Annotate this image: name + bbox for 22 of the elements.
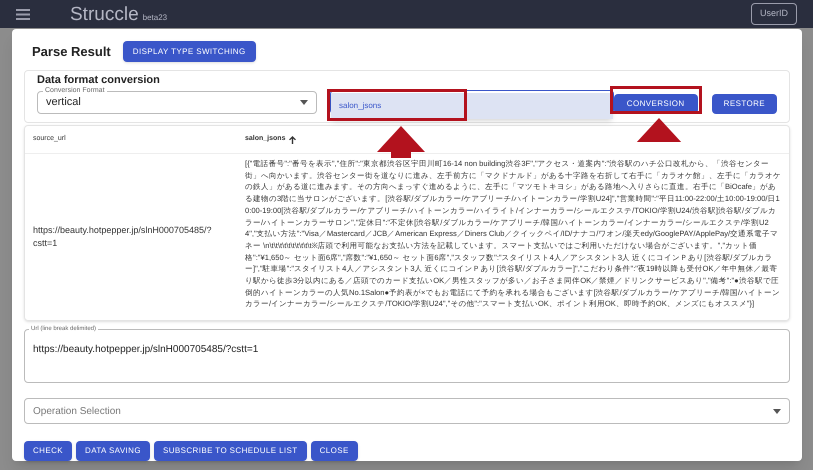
app-title: Struccle [70, 4, 139, 24]
panel-heading: Data format conversion [37, 75, 161, 86]
table-cell-text: https://beauty.hotpepper.jp/slnH000705485/?cstt=1 [32, 224, 212, 250]
display-type-button[interactable]: DISPLAY TYPE SWITCHING [122, 41, 256, 62]
action-button[interactable]: DATA SAVING [76, 441, 150, 461]
conversion-panel-button[interactable]: RESTORE [712, 94, 777, 114]
menu-icon[interactable] [16, 8, 30, 20]
user-button[interactable]: UserID [750, 3, 797, 25]
arrow-icon [377, 126, 425, 158]
action-button[interactable]: CLOSE [310, 441, 358, 461]
arrow-icon [634, 118, 683, 142]
dialog-title: Parse Result [32, 42, 111, 61]
option-item[interactable]: salon_jsons [331, 93, 613, 119]
dropdown-caret-icon [773, 408, 781, 414]
field-value: https://beauty.hotpepper.jp/slnH000705485/?cstt=1 [33, 344, 258, 355]
select-value: vertical [46, 94, 81, 110]
action-button[interactable]: CHECK [24, 441, 72, 461]
action-button[interactable]: SUBSCRIBE TO SCHEDULE LIST [154, 441, 307, 461]
operation-select[interactable]: Operation Selection [24, 398, 790, 424]
version-label: beta23 [142, 14, 168, 22]
select-placeholder: Operation Selection [33, 404, 121, 418]
dropdown-caret-icon [300, 100, 308, 104]
